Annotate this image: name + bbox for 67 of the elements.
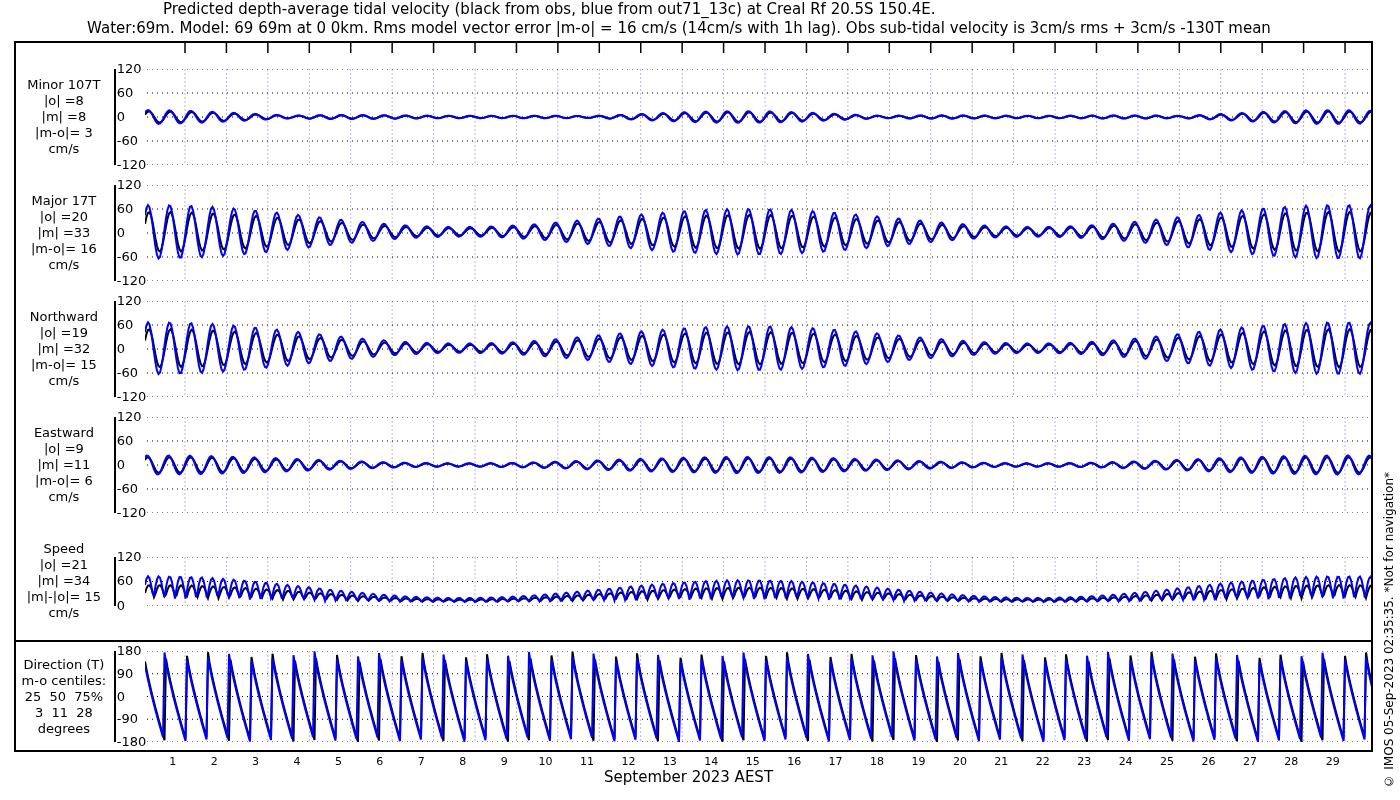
- day-tick-label: 28: [1283, 756, 1300, 768]
- y-tick-label: -120: [116, 158, 147, 172]
- y-tick-label: -60: [116, 482, 138, 496]
- day-tick-label: 27: [1241, 756, 1258, 768]
- y-tick-label: 60: [116, 202, 134, 216]
- day-tick-label: 23: [1076, 756, 1093, 768]
- y-tick-label: -60: [116, 250, 138, 264]
- y-tick-label: 60: [116, 574, 134, 588]
- day-tick-label: 14: [703, 756, 720, 768]
- y-tick-label: 60: [116, 318, 134, 332]
- y-tick-label: 0: [116, 458, 126, 472]
- y-tick-label: 120: [116, 294, 142, 308]
- day-tick-label: 13: [661, 756, 678, 768]
- day-tick-label: 8: [458, 756, 468, 768]
- day-tick-label: 22: [1034, 756, 1051, 768]
- panel-label: Speed |o| =21 |m| =34 |m|-|o|= 15 cm/s: [25, 541, 103, 621]
- y-tick-label: -120: [116, 274, 147, 288]
- panel-label: Major 17T |o| =20 |m| =33 |m-o|= 16 cm/s: [29, 193, 98, 273]
- day-tick-label: 16: [786, 756, 803, 768]
- day-tick-label: 10: [537, 756, 554, 768]
- day-tick-label: 26: [1200, 756, 1217, 768]
- panel-label: Minor 107T |o| =8 |m| =8 |m-o|= 3 cm/s: [26, 77, 102, 157]
- y-tick-label: 120: [116, 62, 142, 76]
- x-axis-label: September 2023 AEST: [604, 768, 774, 786]
- y-tick-label: -120: [116, 506, 147, 520]
- day-tick-label: 5: [333, 756, 343, 768]
- day-tick-label: 29: [1324, 756, 1341, 768]
- panel-label: Eastward |o| =9 |m| =11 |m-o|= 6 cm/s: [32, 425, 95, 505]
- y-tick-label: -60: [116, 366, 138, 380]
- chart-subtitle: Water:69m. Model: 69 69m at 0 0km. Rms model vector error |m-o| = 16 cm/s (14cm/s with 1h lag). Obs sub-tidal velocity is 3cm/s rms + 3cm/s -130T mean: [86, 19, 1272, 38]
- day-tick-label: 9: [499, 756, 509, 768]
- day-tick-label: 25: [1159, 756, 1176, 768]
- day-tick-label: 4: [292, 756, 302, 768]
- y-tick-label: 0: [116, 598, 126, 613]
- day-tick-label: 19: [910, 756, 927, 768]
- y-tick-label: 0: [116, 226, 126, 240]
- day-tick-label: 2: [209, 756, 219, 768]
- day-tick-label: 11: [579, 756, 595, 768]
- y-tick-label: -60: [116, 134, 138, 148]
- credit-note: © IMOS 05-Sep-2023 02:35:35. *Not for navigation*: [1382, 472, 1396, 788]
- day-tick-label: 18: [869, 756, 886, 768]
- day-tick-label: 15: [744, 756, 761, 768]
- y-tick-label: 120: [116, 178, 142, 192]
- day-tick-label: 20: [951, 756, 968, 768]
- day-tick-label: 6: [375, 756, 385, 768]
- y-axis-line: [113, 556, 116, 606]
- y-tick-label: 90: [116, 666, 134, 681]
- y-tick-label: 60: [116, 434, 134, 448]
- y-tick-label: -120: [116, 390, 147, 404]
- panel-label: Northward |o| =19 |m| =32 |m-o|= 15 cm/s: [28, 309, 100, 389]
- chart-title: Predicted depth-average tidal velocity (black from obs, blue from out71_13c) at Creal Rf 20.5S 150.4E.: [163, 0, 937, 19]
- y-tick-label: -180: [116, 735, 147, 749]
- y-tick-label: 0: [116, 689, 126, 704]
- y-tick-label: 0: [116, 342, 126, 356]
- y-tick-label: 60: [116, 86, 134, 100]
- day-tick-label: 3: [251, 756, 261, 768]
- y-tick-label: 120: [116, 410, 142, 424]
- y-tick-label: 0: [116, 110, 126, 124]
- day-tick-label: 7: [416, 756, 426, 768]
- day-tick-label: 12: [620, 756, 637, 768]
- day-tick-label: 21: [993, 756, 1010, 768]
- panel-label: Direction (T) m-o centiles: 25 50 75% 3 11 28 degrees: [20, 656, 108, 737]
- y-tick-label: 180: [116, 644, 142, 658]
- day-tick-label: 17: [827, 756, 844, 768]
- day-tick-label: 1: [168, 756, 178, 768]
- day-tick-label: 24: [1117, 756, 1134, 768]
- y-tick-label: 120: [116, 549, 142, 564]
